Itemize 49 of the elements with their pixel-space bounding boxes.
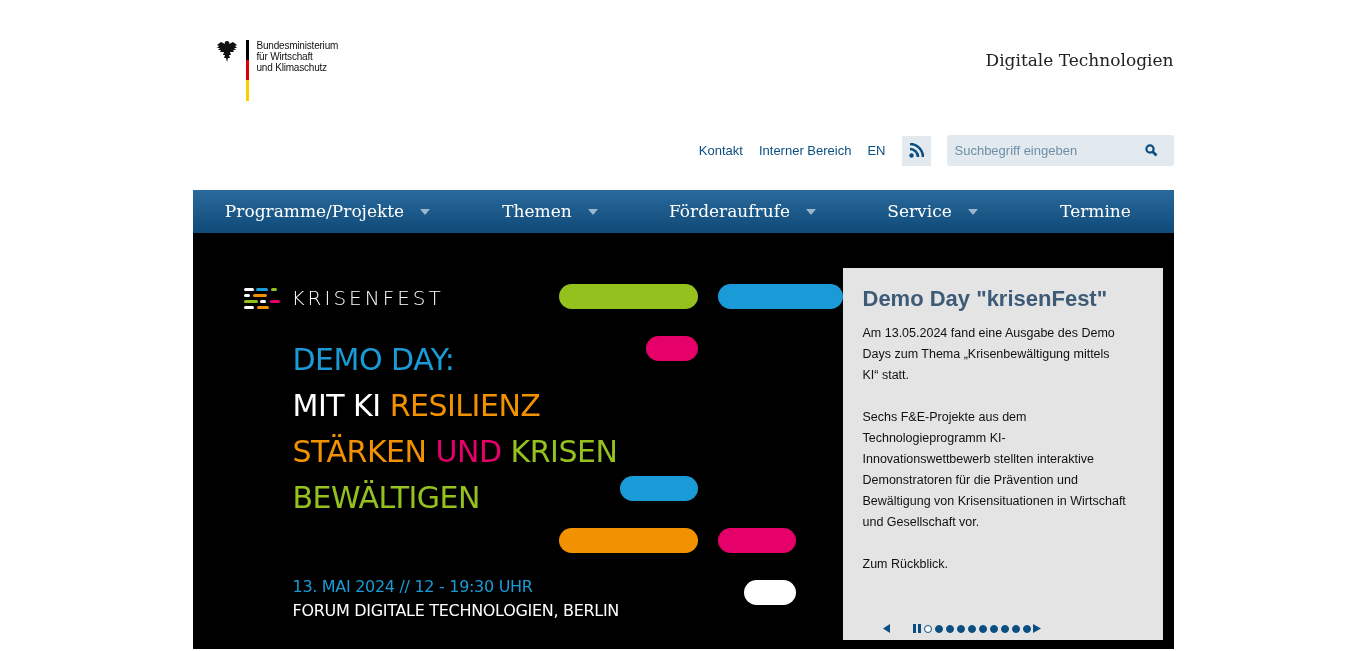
right-triangle-icon: [1032, 624, 1041, 633]
slide-dot[interactable]: [945, 624, 954, 633]
slide-dot[interactable]: [1011, 624, 1020, 633]
pause-icon: [912, 624, 921, 633]
headline-words: BEWÄLTIGEN: [292, 480, 480, 515]
ministry-name: Bundesministerium für Wirtschaft und Klimaschutz: [256, 40, 339, 73]
nav-item[interactable]: Programme/Projekte: [224, 198, 405, 225]
slide-dot[interactable]: [934, 624, 943, 633]
utility-link[interactable]: Kontakt: [698, 140, 743, 161]
search-icon: [1144, 144, 1158, 157]
headline-words: MIT KI: [292, 388, 381, 423]
teaser-paragraph: Zum Rückblick.: [862, 556, 949, 573]
caret-icon[interactable]: [967, 208, 978, 215]
event-date: 13. MAI 2024 // 12 - 19:30 UHR: [292, 576, 534, 598]
slide-dot[interactable]: [967, 624, 976, 633]
utility-link[interactable]: EN: [867, 140, 886, 161]
caret-icon[interactable]: [420, 208, 431, 215]
caret-icon[interactable]: [806, 208, 817, 215]
slide-dot[interactable]: [956, 624, 965, 633]
site-title: Digitale Technologien: [985, 49, 1174, 72]
slide-dot[interactable]: [923, 624, 932, 633]
event-venue: FORUM DIGITALE TECHNOLOGIEN, BERLIN: [292, 600, 620, 622]
previous-slide-button[interactable]: [882, 624, 891, 633]
headline-words: STÄRKEN: [292, 434, 427, 469]
rss-icon: [908, 143, 924, 158]
utility-link[interactable]: Interner Bereich: [758, 140, 852, 161]
headline-words: RESILIENZ: [389, 388, 541, 423]
caret-icon[interactable]: [587, 208, 598, 215]
teaser-paragraph: Am 13.05.2024 fand eine Ausgabe des Demo Days zum Thema „Krisenbewältigung mittels KI“ statt.: [862, 325, 1116, 384]
nav-item[interactable]: Termine: [1060, 198, 1131, 225]
pause-button[interactable]: [912, 624, 921, 633]
headline-words: UND: [435, 434, 502, 469]
nav-item[interactable]: Service: [887, 198, 952, 225]
slide-dot[interactable]: [989, 624, 998, 633]
search-field[interactable]: Suchbegriff eingeben: [946, 135, 1174, 166]
next-slide-button[interactable]: [1032, 624, 1041, 633]
rss-feed-button[interactable]: [901, 135, 931, 166]
left-triangle-icon: [882, 624, 891, 633]
flag-stripe-icon: [245, 40, 249, 101]
teaser-title: Demo Day "krisenFest": [862, 285, 1109, 313]
headline-words: DEMO DAY:: [292, 342, 455, 377]
teaser-paragraph: Sechs F&E-Projekte aus dem Technologieprogramm KI-Innovationswettbewerb stellten interaktive Demonstratoren für die Prävention und Bewältigung von Krisensituationen in Wirtschaft und Gesellschaft vor.: [862, 409, 1127, 531]
nav-item[interactable]: Themen: [502, 198, 572, 225]
slide-dot[interactable]: [978, 624, 987, 633]
headline-words: KRISEN: [510, 434, 618, 469]
slide-dot[interactable]: [1022, 624, 1031, 633]
nav-item[interactable]: Förderaufrufe: [668, 198, 791, 225]
krisenfest-logo-text: KRISENFEST: [291, 285, 444, 312]
slide-dot[interactable]: [1000, 624, 1009, 633]
